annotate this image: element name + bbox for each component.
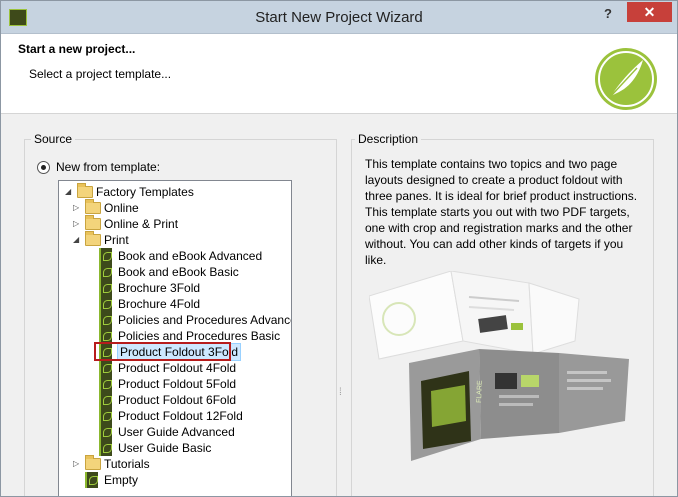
template-icon [85, 472, 98, 488]
tree-item-label: User Guide Basic [118, 441, 212, 455]
description-legend: Description [355, 132, 422, 146]
tree-item[interactable]: Product Foldout 3Fold [59, 343, 291, 361]
tree-item-label: Policies and Procedures Basic [118, 329, 281, 343]
template-icon [99, 440, 112, 456]
tree-item-label: Brochure 3Fold [118, 281, 201, 295]
title-bar[interactable]: Start New Project Wizard ? ✕ [1, 1, 677, 34]
template-icon [99, 392, 112, 408]
tree-item-label: Product Foldout 6Fold [118, 393, 237, 407]
tree-item[interactable]: User Guide Advanced [59, 424, 291, 440]
tree-item-label: Online [104, 201, 139, 215]
template-icon [99, 296, 112, 312]
template-icon [99, 344, 112, 360]
tree-item[interactable]: Product Foldout 5Fold [59, 376, 291, 392]
tree-item-label: Product Foldout 4Fold [118, 361, 237, 375]
tree-item[interactable]: Brochure 4Fold [59, 296, 291, 312]
tree-item-label: User Guide Advanced [118, 425, 235, 439]
tree-item[interactable]: ◢ Print [59, 231, 291, 248]
folder-icon [85, 215, 101, 230]
tree-item[interactable]: Policies and Procedures Advanced [59, 312, 291, 328]
tree-item[interactable]: Book and eBook Basic [59, 264, 291, 280]
template-icon [99, 312, 112, 328]
tree-item[interactable]: ▷ Tutorials [59, 455, 291, 472]
folder-icon [85, 231, 101, 246]
tree-item[interactable]: Book and eBook Advanced [59, 248, 291, 264]
radio-button-icon[interactable] [37, 161, 50, 174]
source-legend: Source [31, 132, 76, 146]
preview-brand-text: FLARE [476, 380, 484, 403]
description-text: This template contains two topics and tw… [365, 157, 638, 267]
tree-item[interactable]: ◢ Factory Templates [59, 183, 291, 200]
tree-item[interactable]: User Guide Basic [59, 440, 291, 456]
tree-item-label: Factory Templates [96, 185, 194, 199]
window-title: Start New Project Wizard [255, 9, 423, 26]
folder-icon [77, 183, 93, 198]
template-icon [99, 408, 112, 424]
tree-item-label: Print [104, 233, 129, 247]
tree-item[interactable]: Empty [59, 472, 291, 488]
tree-item-label: Brochure 4Fold [118, 297, 201, 311]
folder-icon [85, 455, 101, 470]
tree-item-label: Product Foldout 5Fold [118, 377, 237, 391]
wizard-window: Start New Project Wizard ? ✕ Start a new… [0, 0, 678, 497]
folder-icon [85, 199, 101, 214]
collapse-arrow-icon[interactable]: ◢ [65, 187, 73, 197]
template-icon [99, 328, 112, 344]
page-title: Start a new project... [18, 42, 136, 56]
template-preview-image: FLARE [369, 271, 629, 461]
template-icon [99, 248, 112, 264]
tree-item[interactable]: Product Foldout 4Fold [59, 360, 291, 376]
splitter-handle[interactable]: ⁞ [339, 387, 343, 401]
tree-item-label: Book and eBook Basic [118, 265, 239, 279]
collapse-arrow-icon[interactable]: ◢ [73, 235, 81, 245]
radio-label: New from template: [56, 160, 161, 174]
template-icon [99, 376, 112, 392]
flare-logo-icon [595, 48, 657, 110]
tree-item[interactable]: ▷ Online & Print [59, 215, 291, 232]
tree-item[interactable]: Product Foldout 6Fold [59, 392, 291, 408]
page-subtitle: Select a project template... [29, 67, 172, 81]
template-icon [99, 424, 112, 440]
tree-item-label: Tutorials [104, 457, 150, 471]
template-icon [99, 360, 112, 376]
wizard-header: Start a new project... Select a project … [1, 34, 677, 114]
tree-item-label: Product Foldout 12Fold [118, 409, 243, 423]
tree-item-label: Book and eBook Advanced [118, 249, 263, 263]
template-icon [99, 264, 112, 280]
tree-item[interactable]: Product Foldout 12Fold [59, 408, 291, 424]
tree-item[interactable]: Brochure 3Fold [59, 280, 291, 296]
expand-arrow-icon[interactable]: ▷ [73, 203, 81, 213]
close-button[interactable]: ✕ [627, 2, 672, 22]
template-tree[interactable]: ◢ Factory Templates ▷ Online ▷ Online & Print… [58, 180, 292, 496]
help-button[interactable]: ? [601, 7, 615, 21]
tree-item-label: Product Foldout 3Fold [116, 343, 242, 361]
tree-item-label: Online & Print [104, 217, 179, 231]
tree-item-label: Policies and Procedures Advanced [118, 313, 292, 327]
expand-arrow-icon[interactable]: ▷ [73, 219, 81, 229]
template-icon [99, 280, 112, 296]
expand-arrow-icon[interactable]: ▷ [73, 459, 81, 469]
tree-item[interactable]: Policies and Procedures Basic [59, 328, 291, 344]
tree-item-label: Empty [104, 473, 139, 487]
tree-item[interactable]: ▷ Online [59, 199, 291, 216]
